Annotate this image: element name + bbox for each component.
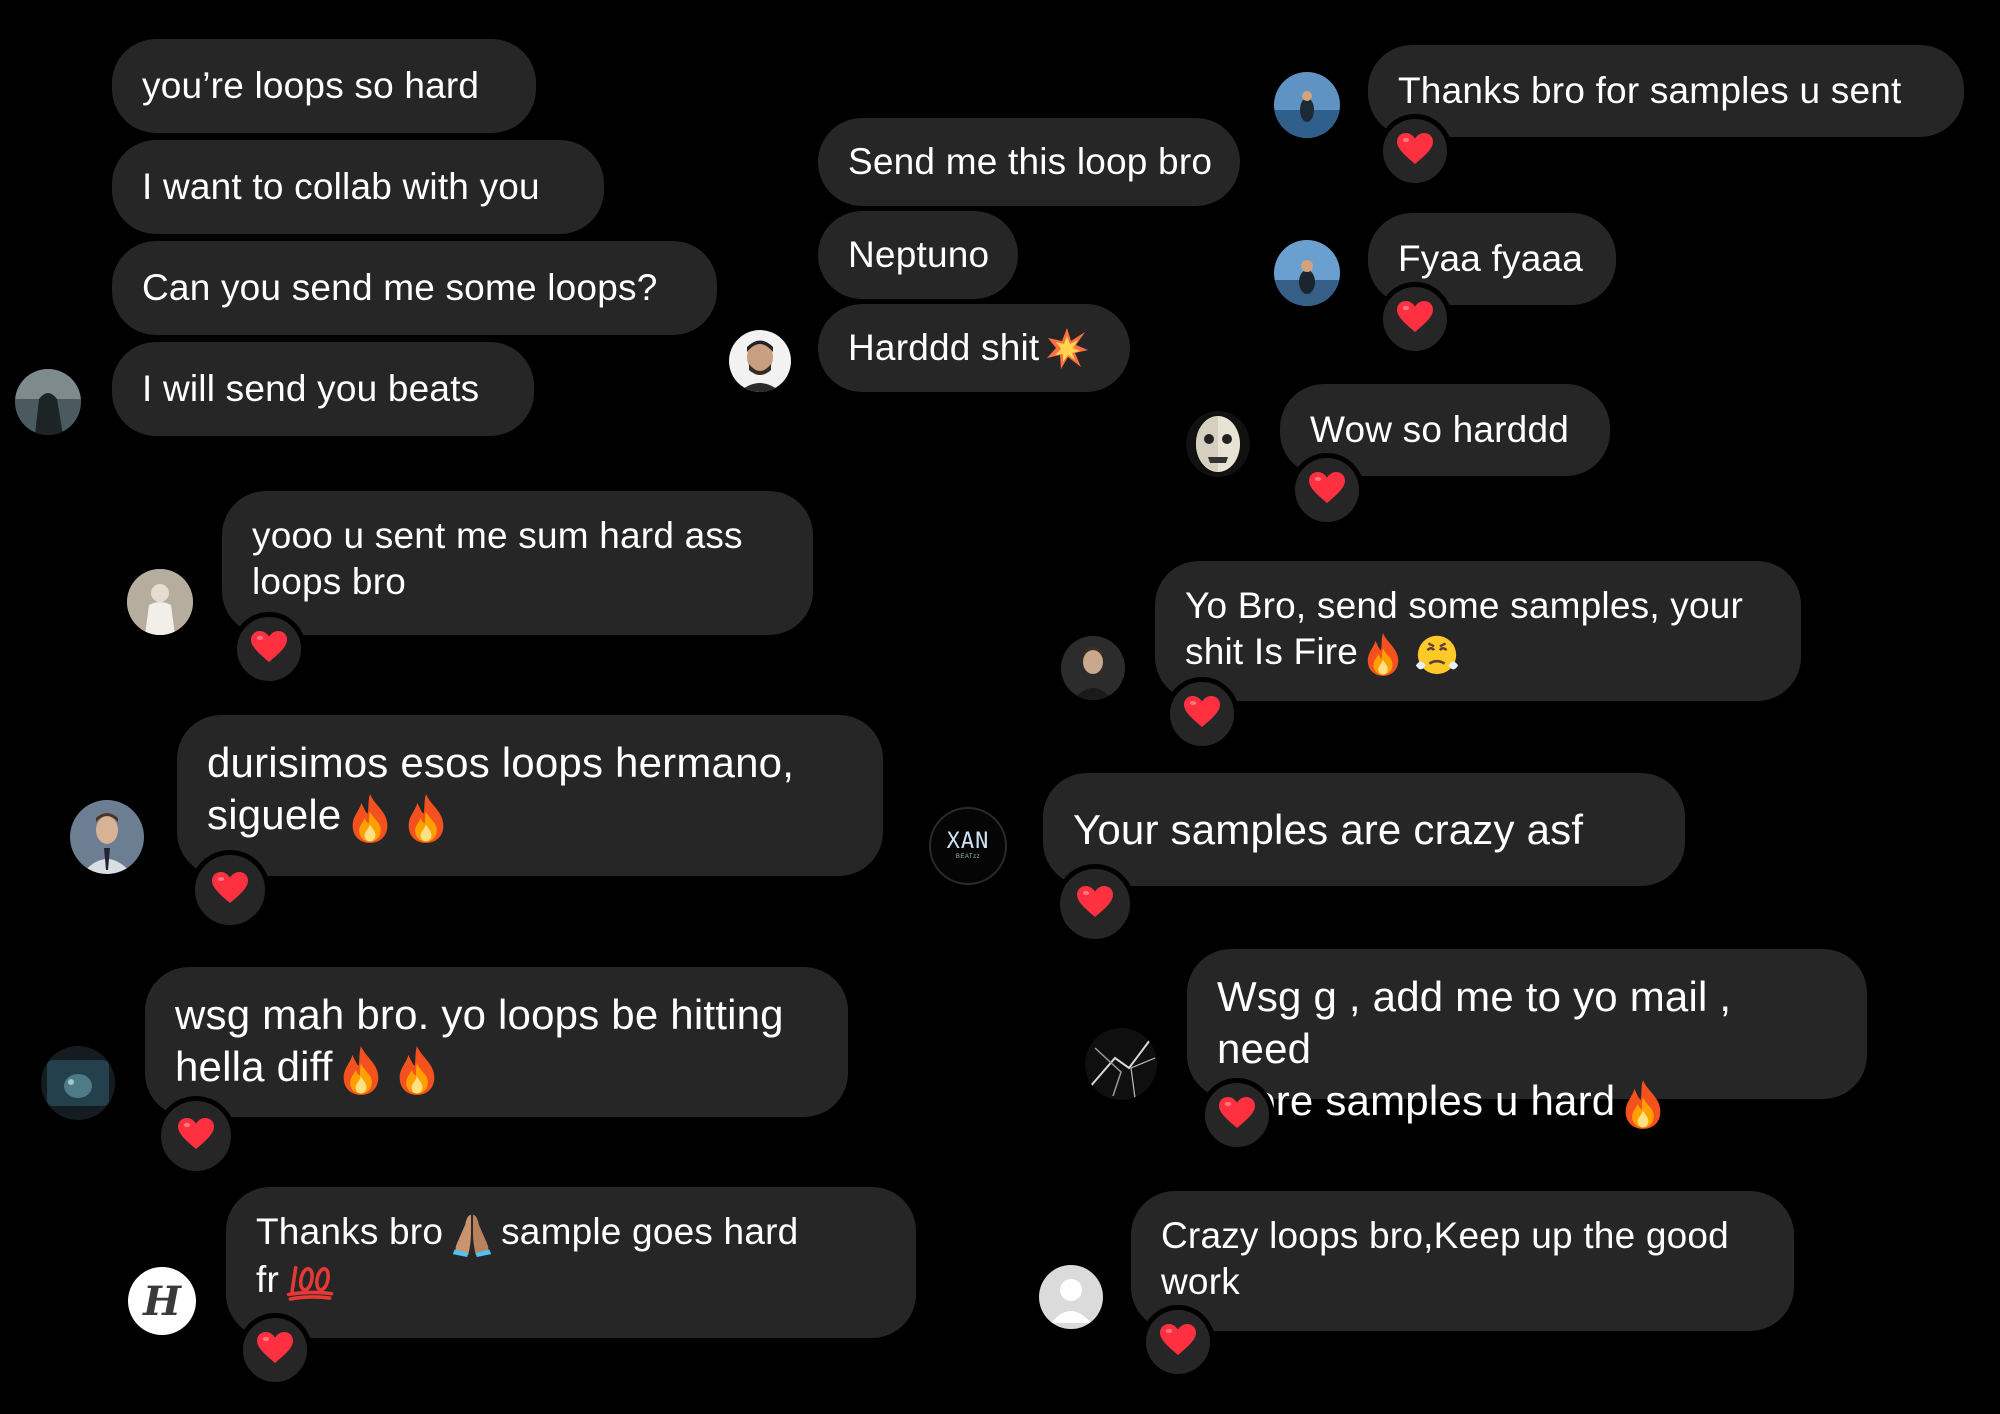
heart-icon bbox=[1077, 886, 1113, 923]
fire-icon bbox=[404, 792, 448, 844]
message-bubble[interactable]: Thanks bro for samples u sent bbox=[1368, 45, 1964, 137]
steam-face-icon bbox=[1414, 631, 1460, 677]
heart-icon bbox=[178, 1118, 214, 1155]
avatar-logo-subtext: BEATzz bbox=[955, 854, 981, 860]
fire-icon bbox=[395, 1044, 439, 1096]
fire-icon bbox=[348, 792, 392, 844]
message-text: Wsg g , add me to yo mail , need more sam… bbox=[1217, 971, 1837, 1130]
avatar-logo-text: XAN bbox=[946, 829, 990, 854]
message-text: wsg mah bro. yo loops be hitting hella di… bbox=[175, 989, 784, 1096]
message-text: Fyaa fyaaa bbox=[1398, 238, 1584, 279]
collision-icon bbox=[1045, 326, 1089, 370]
message-text: Wow so harddd bbox=[1310, 409, 1569, 450]
heart-icon bbox=[212, 872, 248, 909]
reaction-badge[interactable] bbox=[1165, 677, 1239, 751]
heart-icon bbox=[1160, 1324, 1196, 1361]
message-text: I want to collab with you bbox=[142, 166, 540, 207]
message-text: Can you send me some loops? bbox=[142, 267, 658, 308]
message-text: Harddd shit bbox=[848, 327, 1040, 368]
avatar[interactable]: XAN BEATzz bbox=[929, 807, 1007, 885]
message-text: Send me this loop bro bbox=[848, 141, 1213, 182]
message-bubble[interactable]: yooo u sent me sum hard ass loops bro bbox=[222, 491, 813, 635]
avatar[interactable] bbox=[41, 1046, 115, 1120]
message-bubble[interactable]: wsg mah bro. yo loops be hitting hella di… bbox=[145, 967, 848, 1117]
message-text: durisimos esos loops hermano, siguele bbox=[207, 737, 794, 844]
heart-icon bbox=[1397, 133, 1433, 170]
heart-icon bbox=[1397, 301, 1433, 338]
reaction-badge[interactable] bbox=[1378, 282, 1452, 356]
message-bubble[interactable]: Yo Bro, send some samples, your shit Is F… bbox=[1155, 561, 1801, 701]
avatar-logo-text: H bbox=[143, 1277, 181, 1325]
message-text: I will send you beats bbox=[142, 368, 480, 409]
heart-icon bbox=[257, 1332, 293, 1369]
message-text: Thanks bro for samples u sent bbox=[1398, 70, 1902, 111]
default-avatar-icon[interactable] bbox=[1039, 1265, 1103, 1329]
reaction-badge[interactable] bbox=[1200, 1078, 1274, 1152]
message-bubble[interactable]: I want to collab with you bbox=[112, 140, 604, 234]
fire-icon bbox=[1621, 1078, 1665, 1130]
reaction-badge[interactable] bbox=[232, 612, 306, 686]
message-bubble[interactable]: Crazy loops bro,Keep up the good work bbox=[1131, 1191, 1794, 1331]
fire-icon bbox=[1364, 631, 1402, 677]
reaction-badge[interactable] bbox=[190, 850, 270, 930]
message-bubble[interactable]: Harddd shit bbox=[818, 304, 1130, 392]
avatar[interactable] bbox=[1274, 72, 1340, 138]
message-bubble[interactable]: Wsg g , add me to yo mail , need more sam… bbox=[1187, 949, 1867, 1099]
message-bubble[interactable]: I will send you beats bbox=[112, 342, 534, 436]
avatar[interactable] bbox=[15, 369, 81, 435]
message-text: Yo Bro, send some samples, your shit Is F… bbox=[1185, 583, 1743, 677]
avatar[interactable] bbox=[729, 330, 791, 392]
avatar[interactable] bbox=[127, 569, 193, 635]
heart-icon bbox=[1219, 1097, 1255, 1134]
message-bubble[interactable]: durisimos esos loops hermano, siguele bbox=[177, 715, 883, 876]
reaction-badge[interactable] bbox=[1378, 114, 1452, 188]
avatar[interactable]: H bbox=[128, 1267, 196, 1335]
message-bubble[interactable]: Can you send me some loops? bbox=[112, 241, 717, 335]
message-text: yooo u sent me sum hard ass loops bro bbox=[252, 515, 743, 602]
reaction-badge[interactable] bbox=[1055, 864, 1135, 944]
pray-icon bbox=[449, 1211, 495, 1257]
message-bubble[interactable]: you’re loops so hard bbox=[112, 39, 536, 133]
reaction-badge[interactable] bbox=[1141, 1305, 1215, 1379]
reaction-badge[interactable] bbox=[1290, 453, 1364, 527]
message-bubble[interactable]: Neptuno bbox=[818, 211, 1018, 299]
avatar[interactable] bbox=[70, 800, 144, 874]
avatar[interactable] bbox=[1061, 636, 1125, 700]
message-bubble[interactable]: Your samples are crazy asf bbox=[1043, 773, 1685, 886]
message-text: Thanks bro sample goes hard fr bbox=[256, 1211, 799, 1301]
message-text: Neptuno bbox=[848, 234, 990, 275]
avatar[interactable] bbox=[1274, 240, 1340, 306]
avatar[interactable] bbox=[1186, 411, 1250, 477]
heart-icon bbox=[1309, 472, 1345, 509]
hundred-icon bbox=[285, 1263, 335, 1301]
message-bubble[interactable]: Thanks bro sample goes hard fr bbox=[226, 1187, 916, 1338]
fire-icon bbox=[339, 1044, 383, 1096]
heart-icon bbox=[251, 631, 287, 668]
avatar[interactable] bbox=[1085, 1028, 1157, 1100]
message-text: Your samples are crazy asf bbox=[1073, 805, 1584, 853]
message-text: you’re loops so hard bbox=[142, 65, 480, 106]
message-text: Crazy loops bro,Keep up the good work bbox=[1161, 1215, 1729, 1302]
message-bubble[interactable]: Send me this loop bro bbox=[818, 118, 1240, 206]
heart-icon bbox=[1184, 696, 1220, 733]
reaction-badge[interactable] bbox=[238, 1313, 312, 1387]
reaction-badge[interactable] bbox=[156, 1096, 236, 1176]
